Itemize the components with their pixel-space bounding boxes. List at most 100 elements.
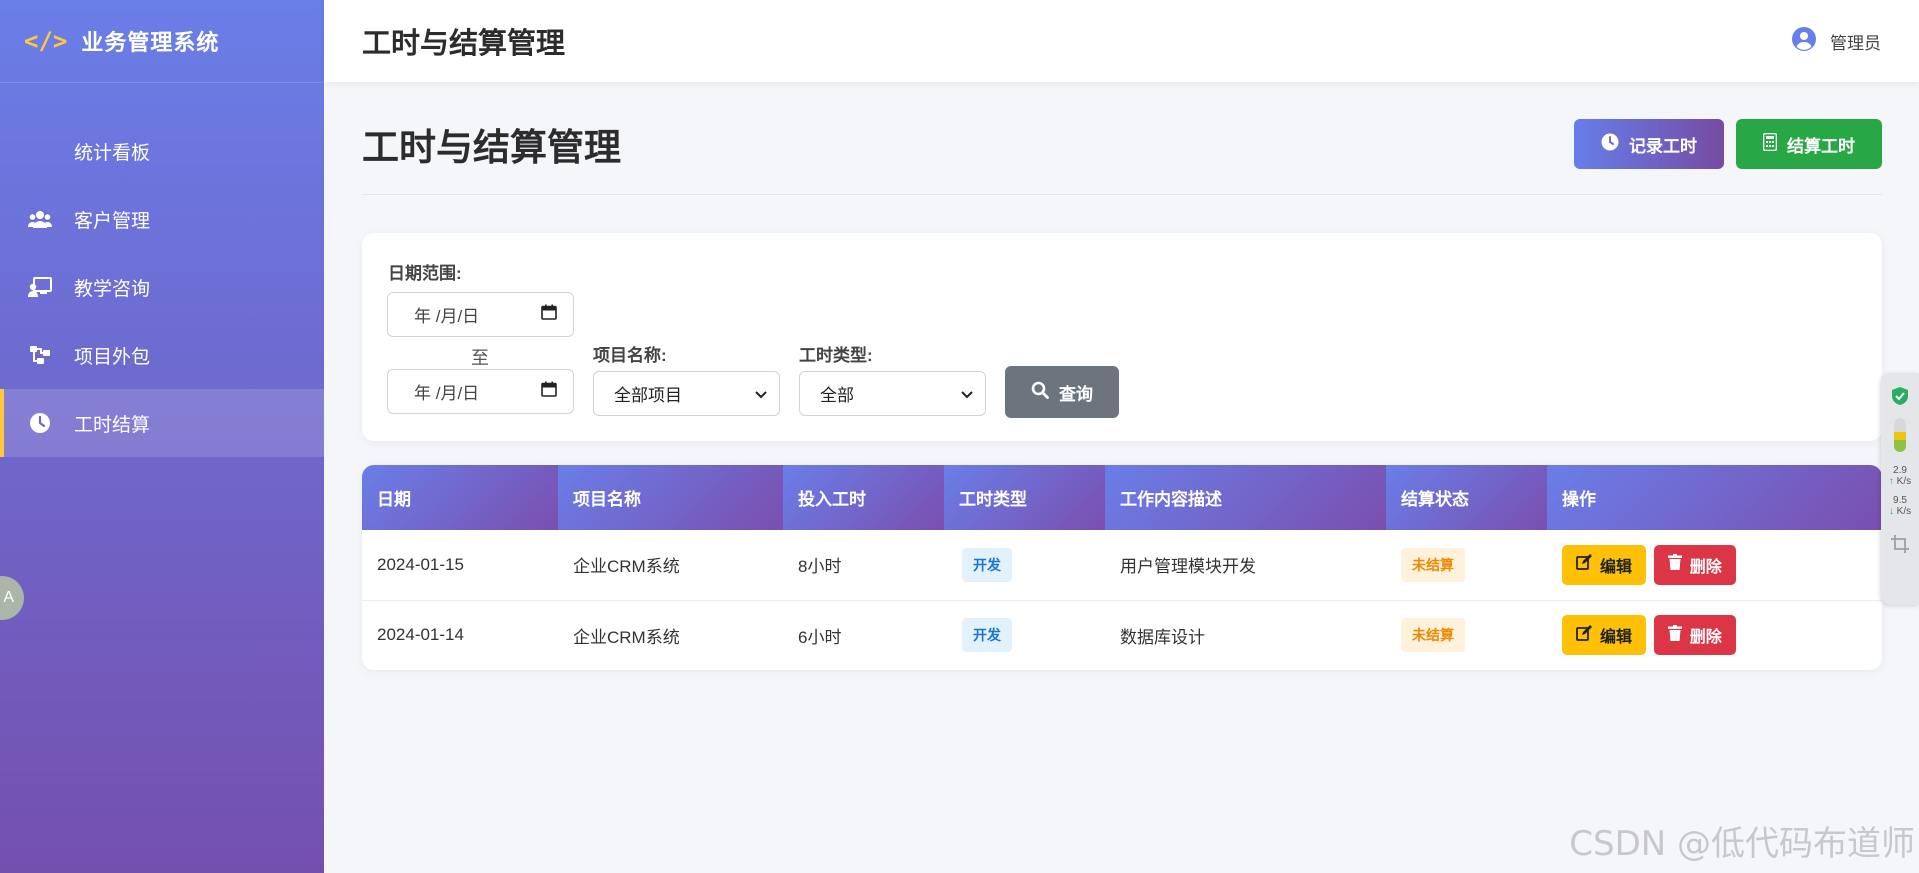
column-header-hours: 投入工时 [783,465,944,530]
down-arrow-icon: ↓ [1888,506,1894,517]
code-icon: </> [24,27,68,55]
page-actions: 记录工时 结算工时 [1574,119,1882,169]
status-badge: 未结算 [1401,618,1465,653]
calendar-icon [541,304,557,325]
query-button[interactable]: 查询 [1005,366,1119,418]
watermark: CSDN @低代码布道师 [1569,824,1915,864]
upload-speed-unit: K/s [1896,476,1912,487]
user-menu[interactable]: 管理员 [1792,26,1881,56]
cell-type: 开发 [944,530,1105,600]
query-label: 查询 [1059,384,1093,404]
page-title: 工时与结算管理 [362,127,621,168]
delete-label: 删除 [1689,558,1722,576]
start-date-input[interactable]: 年 /月/日 [387,292,574,337]
record-hours-label: 记录工时 [1629,136,1697,156]
up-arrow-icon: ↑ [1888,476,1894,487]
page-header: 工时与结算管理 记录工时 结算工时 [362,82,1882,195]
sitemap-icon [28,343,52,367]
cell-type: 开发 [944,600,1105,670]
type-badge: 开发 [962,547,1012,582]
network-monitor-widget[interactable]: 2.9 ↑ K/s 9.5 ↓ K/s [1881,373,1919,605]
translate-icon: A [3,589,14,606]
sidebar-item-customers[interactable]: 客户管理 [0,185,324,253]
header-title: 工时与结算管理 [362,28,566,60]
shield-icon [1892,387,1908,410]
trash-icon [1667,554,1682,575]
sidebar-item-outsourcing[interactable]: 项目外包 [0,321,324,389]
brand[interactable]: </> 业务管理系统 [0,0,324,83]
top-header: 工时与结算管理 管理员 [324,0,1919,82]
clock-icon [1601,133,1619,156]
blank-icon [28,139,52,163]
timesheet-table-card: 日期 项目名称 投入工时 工时类型 工作内容描述 结算状态 操作 2024-01… [362,465,1882,670]
user-name: 管理员 [1830,33,1881,53]
teacher-icon [28,275,52,299]
filter-panel: 日期范围: 年 /月/日 至 年 /月/日 项目名称: 全部项目 工时类型: 全… [362,233,1882,441]
cell-hours: 6小时 [798,627,842,647]
cell-date: 2024-01-14 [377,625,464,645]
delete-button[interactable]: 删除 [1653,544,1736,585]
upload-speed: 2.9 ↑ K/s [1889,465,1911,487]
trash-icon [1667,624,1682,646]
project-label: 项目名称: [593,346,667,365]
cell-hours: 8小时 [798,557,842,577]
download-speed: 9.5 ↓ K/s [1889,495,1911,517]
brand-title: 业务管理系统 [81,30,220,55]
edit-label: 编辑 [1600,558,1633,576]
delete-button[interactable]: 删除 [1653,615,1736,656]
table-header-row: 日期 项目名称 投入工时 工时类型 工作内容描述 结算状态 操作 [362,465,1882,530]
column-header-description: 工作内容描述 [1105,465,1386,530]
edit-button[interactable]: 编辑 [1562,544,1647,585]
status-badge: 未结算 [1401,547,1465,582]
search-icon [1031,381,1049,404]
sidebar-item-teaching[interactable]: 教学咨询 [0,253,324,321]
crop-icon[interactable] [1891,535,1909,558]
cell-status: 未结算 [1386,600,1547,670]
edit-icon [1576,624,1592,646]
hours-type-select-value: 全部 [820,386,854,405]
cell-actions: 编辑 删除 [1547,600,1882,670]
settle-hours-button[interactable]: 结算工时 [1736,119,1882,169]
hours-type-select[interactable]: 全部 [799,371,986,416]
settle-hours-label: 结算工时 [1787,136,1855,156]
download-speed-unit: K/s [1896,506,1912,517]
clock-icon [28,411,52,435]
edit-icon [1576,554,1592,575]
calculator-icon [1762,132,1778,156]
sidebar-item-label: 客户管理 [74,210,151,232]
record-hours-button[interactable]: 记录工时 [1574,119,1724,169]
hours-type-label: 工时类型: [799,346,873,365]
timesheet-table: 日期 项目名称 投入工时 工时类型 工作内容描述 结算状态 操作 2024-01… [362,465,1882,670]
cell-description: 用户管理模块开发 [1120,557,1256,577]
sidebar-nav: 统计看板 客户管理 教学咨询 项目外包 工时结算 [0,117,324,457]
cell-status: 未结算 [1386,530,1547,600]
sidebar: </> 业务管理系统 统计看板 客户管理 教学咨询 项目外包 工时结算 [0,0,324,873]
type-badge: 开发 [962,618,1012,653]
date-range-label: 日期范围: [388,264,462,283]
calendar-icon [541,381,557,402]
edit-label: 编辑 [1600,629,1633,647]
sidebar-item-timesheet[interactable]: 工时结算 [0,389,324,457]
column-header-status: 结算状态 [1386,465,1547,530]
column-header-project: 项目名称 [558,465,783,530]
to-label: 至 [471,348,489,368]
cell-date: 2024-01-15 [377,554,464,574]
edit-button[interactable]: 编辑 [1562,615,1647,656]
gauge-icon [1894,418,1906,457]
sidebar-item-label: 统计看板 [74,142,151,164]
delete-label: 删除 [1689,629,1722,647]
sidebar-item-dashboard[interactable]: 统计看板 [0,117,324,185]
sidebar-item-label: 教学咨询 [74,278,151,300]
end-date-input[interactable]: 年 /月/日 [387,369,574,414]
upload-speed-value: 2.9 [1893,465,1907,476]
sidebar-item-label: 项目外包 [74,346,151,368]
chevron-down-icon [755,384,767,404]
table-row: 2024-01-15 企业CRM系统 8小时 开发 用户管理模块开发 未结算 编… [362,530,1882,600]
user-circle-icon [1792,26,1816,56]
project-select[interactable]: 全部项目 [593,371,780,416]
download-speed-value: 9.5 [1893,495,1907,506]
date-placeholder: 年 /月/日 [414,307,480,326]
chevron-down-icon [961,384,973,404]
project-select-value: 全部项目 [614,386,682,405]
users-icon [28,207,52,231]
